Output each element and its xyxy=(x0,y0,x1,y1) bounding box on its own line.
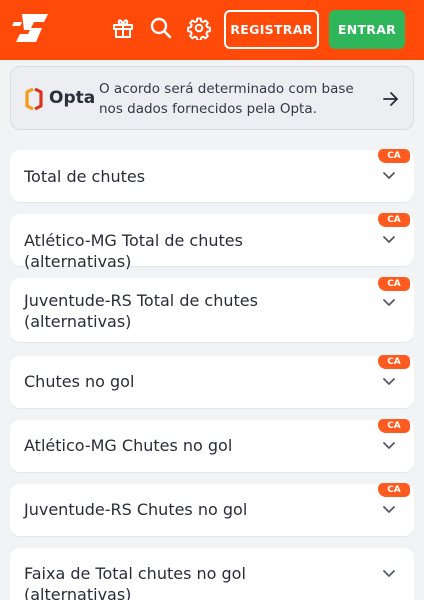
opta-info-card[interactable]: Opta O acordo será determinado com base … xyxy=(10,66,414,130)
market-item[interactable]: Faixa de Total chutes no gol (alternativ… xyxy=(10,548,414,600)
opta-logo: Opta xyxy=(23,87,95,111)
market-item[interactable]: Juventude-RS Total de chutes (alternativ… xyxy=(10,277,414,342)
cash-out-badge: CA xyxy=(378,483,410,497)
chevron-down-icon[interactable] xyxy=(382,505,396,515)
register-button[interactable]: REGISTRAR xyxy=(224,10,319,49)
opta-message: O acordo será determinado com base nos d… xyxy=(99,81,354,117)
gear-icon[interactable] xyxy=(186,14,212,42)
market-item[interactable]: Atlético-MG Total de chutes (alternativa… xyxy=(10,213,414,271)
chevron-down-icon[interactable] xyxy=(382,171,396,181)
chevron-down-icon[interactable] xyxy=(382,298,396,308)
cash-out-badge: CA xyxy=(378,149,410,163)
gift-icon[interactable] xyxy=(110,14,136,42)
opta-logo-text: Opta xyxy=(49,88,96,108)
market-label: Faixa de Total chutes no gol (alternativ… xyxy=(24,564,246,600)
market-item[interactable]: Juventude-RS Chutes no gol CA xyxy=(10,483,414,536)
cash-out-badge: CA xyxy=(378,355,410,369)
market-label: Atlético-MG Total de chutes (alternativa… xyxy=(24,231,243,271)
opta-mark-icon xyxy=(25,87,43,111)
chevron-down-icon[interactable] xyxy=(382,441,396,451)
chevron-down-icon[interactable] xyxy=(382,377,396,387)
chevron-down-icon[interactable] xyxy=(382,235,396,245)
brand-logo[interactable] xyxy=(12,10,54,46)
market-label: Total de chutes xyxy=(24,167,146,186)
top-bar: REGISTRAR ENTRAR xyxy=(0,0,424,60)
cash-out-badge: CA xyxy=(378,277,410,291)
login-button[interactable]: ENTRAR xyxy=(329,10,405,49)
market-label: Juventude-RS Total de chutes (alternativ… xyxy=(24,291,258,331)
chevron-down-icon[interactable] xyxy=(382,569,396,579)
search-icon[interactable] xyxy=(148,14,174,42)
market-item[interactable]: Chutes no gol CA xyxy=(10,355,414,408)
cash-out-badge: CA xyxy=(378,213,410,227)
cash-out-badge: CA xyxy=(378,419,410,433)
market-label: Juventude-RS Chutes no gol xyxy=(24,500,248,519)
market-label: Chutes no gol xyxy=(24,372,135,391)
market-item[interactable]: Atlético-MG Chutes no gol CA xyxy=(10,419,414,472)
arrow-right-icon[interactable] xyxy=(381,89,401,109)
market-label: Atlético-MG Chutes no gol xyxy=(24,436,233,455)
market-item[interactable]: Total de chutes CA xyxy=(10,149,414,202)
